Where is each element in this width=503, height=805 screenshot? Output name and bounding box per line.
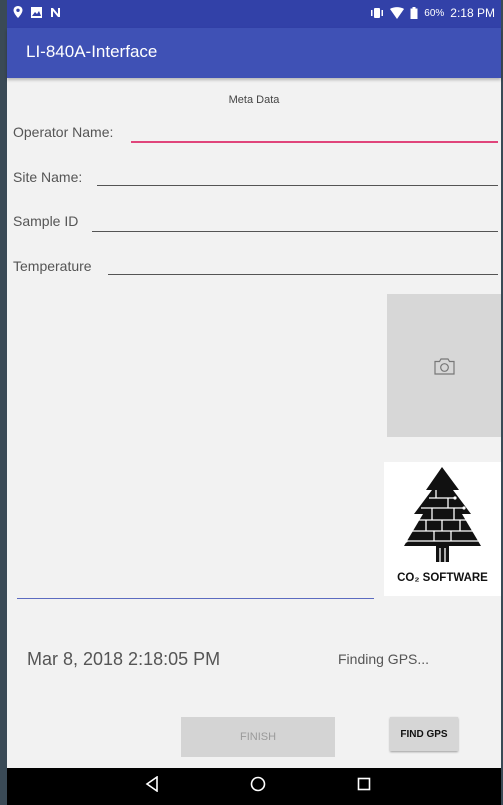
gps-status: Finding GPS... [338, 651, 430, 667]
wifi-icon [390, 7, 405, 19]
finish-button[interactable]: FINISH [181, 717, 335, 757]
back-icon[interactable] [145, 776, 159, 792]
n-icon [51, 7, 60, 17]
sample-id-label: Sample ID [13, 213, 79, 229]
sample-id-input[interactable] [92, 231, 498, 232]
battery-icon [410, 7, 418, 19]
notes-input[interactable] [17, 598, 374, 599]
recents-icon[interactable] [357, 776, 371, 792]
operator-name-label: Operator Name: [13, 124, 114, 140]
status-bar: 60% 2:18 PM [7, 0, 501, 28]
site-name-label: Site Name: [13, 169, 83, 185]
co2-software-logo: CO₂ SOFTWARE [384, 462, 501, 596]
camera-icon[interactable] [434, 358, 455, 375]
tree-logo-icon [404, 467, 481, 562]
battery-percent: 60% [424, 7, 445, 19]
status-time: 2:18 PM [450, 6, 495, 20]
datetime-display: Mar 8, 2018 2:18:05 PM [27, 649, 221, 669]
screen: 60% 2:18 PM LI-840A-Interface Meta Data … [7, 0, 501, 805]
device-frame-left [0, 0, 7, 805]
status-left [13, 6, 61, 18]
find-gps-button[interactable]: FIND GPS [390, 717, 458, 751]
navigation-bar [7, 768, 501, 805]
image-icon [31, 6, 42, 18]
site-name-input[interactable] [97, 185, 498, 186]
meta-data-header: Meta Data [228, 94, 280, 106]
status-right: 60% 2:18 PM [370, 6, 495, 20]
vibrate-icon [371, 8, 384, 18]
operator-name-input[interactable] [131, 141, 498, 143]
photo-capture-area[interactable] [387, 294, 501, 437]
temperature-input[interactable] [108, 274, 498, 275]
location-icon [13, 6, 23, 18]
home-icon[interactable] [250, 776, 266, 792]
app-bar: LI-840A-Interface [7, 28, 501, 78]
temperature-label: Temperature [13, 258, 92, 274]
app-title: LI-840A-Interface [26, 42, 158, 61]
logo-text: CO₂ SOFTWARE [397, 572, 488, 584]
